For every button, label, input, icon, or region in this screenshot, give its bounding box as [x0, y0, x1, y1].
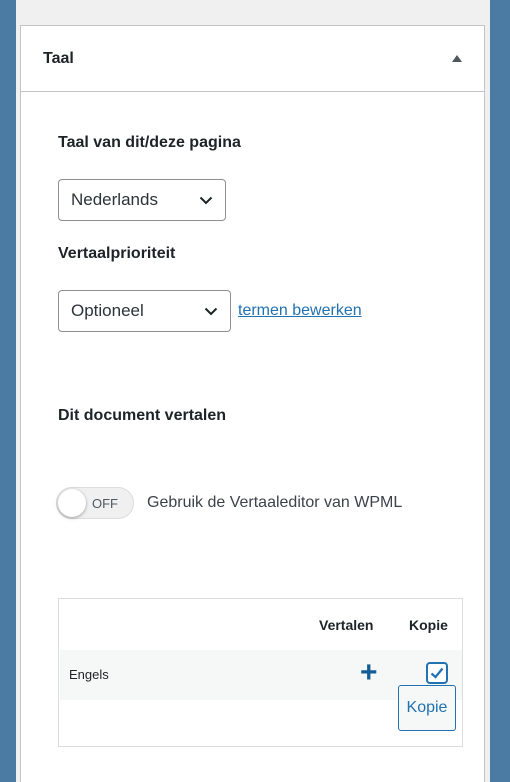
- collapse-arrow-icon[interactable]: [452, 55, 462, 62]
- row-language: Engels: [69, 667, 109, 682]
- chevron-down-icon: [199, 196, 213, 204]
- copy-button[interactable]: Kopie: [398, 685, 456, 731]
- language-label: Taal van dit/deze pagina: [58, 134, 241, 151]
- language-select[interactable]: Nederlands: [58, 179, 226, 221]
- priority-select-value: Optioneel: [71, 301, 144, 320]
- chevron-down-icon: [204, 307, 218, 315]
- priority-select[interactable]: Optioneel: [58, 290, 231, 332]
- language-select-value: Nederlands: [71, 190, 158, 209]
- checkmark-icon: [430, 667, 444, 679]
- translate-heading: Dit document vertalen: [58, 407, 227, 424]
- priority-label: Vertaalprioriteit: [58, 245, 176, 262]
- plus-icon[interactable]: +: [360, 658, 378, 688]
- translation-editor-toggle[interactable]: OFF: [56, 487, 134, 519]
- copy-checkbox[interactable]: [426, 662, 448, 684]
- toggle-state-label: OFF: [92, 496, 118, 511]
- metabox-header[interactable]: Taal: [21, 26, 484, 92]
- toggle-knob: [58, 489, 86, 517]
- column-header-copy: Kopie: [409, 617, 448, 633]
- metabox-title: Taal: [43, 49, 74, 67]
- translation-table: Vertalen Kopie Engels + Kopie: [58, 598, 463, 747]
- column-header-translate: Vertalen: [319, 617, 374, 633]
- translation-editor-description: Gebruik de Vertaaleditor van WPML: [147, 494, 403, 511]
- edit-terms-link[interactable]: termen bewerken: [238, 302, 362, 320]
